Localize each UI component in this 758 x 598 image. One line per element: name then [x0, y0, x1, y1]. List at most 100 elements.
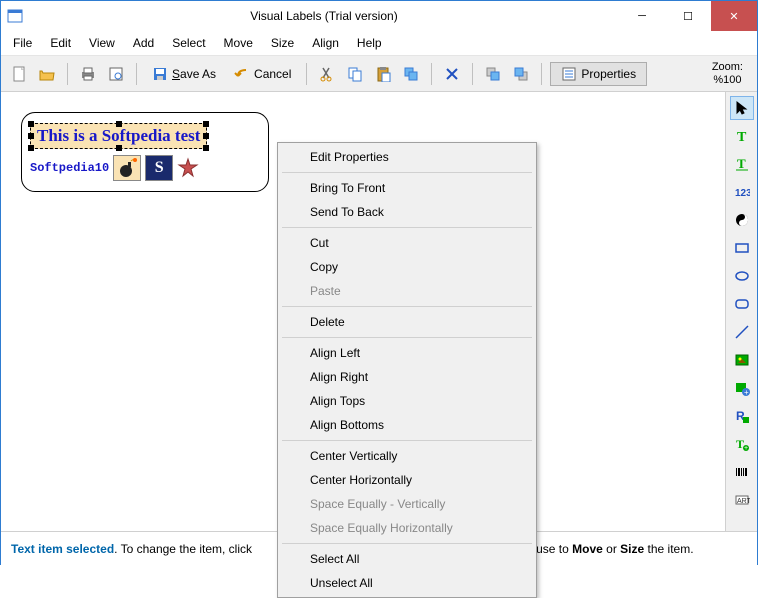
menu-align[interactable]: Align	[304, 33, 347, 53]
svg-text:+: +	[744, 388, 749, 396]
toolbar: Save As Cancel Properties Zoom: %100	[1, 56, 757, 92]
duplicate-button[interactable]	[399, 62, 423, 86]
menu-help[interactable]: Help	[349, 33, 390, 53]
tool-line[interactable]	[730, 320, 754, 344]
ctx-copy[interactable]: Copy	[280, 255, 534, 279]
save-icon	[152, 66, 168, 82]
tool-ellipse[interactable]	[730, 264, 754, 288]
s-stamp-clipart[interactable]: S	[145, 155, 173, 181]
separator	[282, 440, 532, 441]
svg-text:ART: ART	[737, 498, 750, 505]
svg-text:T: T	[736, 437, 744, 451]
ctx-edit-properties[interactable]: Edit Properties	[280, 145, 534, 169]
ctx-space-horizontally: Space Equally Horizontally	[280, 516, 534, 540]
ctx-align-tops[interactable]: Align Tops	[280, 389, 534, 413]
ctx-send-back[interactable]: Send To Back	[280, 200, 534, 224]
resize-handle[interactable]	[28, 145, 34, 151]
tool-rectangle[interactable]	[730, 236, 754, 260]
tool-image-r[interactable]: R	[730, 404, 754, 428]
ctx-align-bottoms[interactable]: Align Bottoms	[280, 413, 534, 437]
zoom-indicator: Zoom: %100	[712, 61, 751, 87]
star-clipart[interactable]	[177, 157, 199, 179]
resize-handle[interactable]	[116, 121, 122, 127]
bring-front-button[interactable]	[481, 62, 505, 86]
print-button[interactable]	[76, 62, 100, 86]
ctx-align-right[interactable]: Align Right	[280, 365, 534, 389]
cancel-button[interactable]: Cancel	[227, 62, 298, 86]
saveas-label: ave As	[180, 67, 216, 81]
delete-button[interactable]	[440, 62, 464, 86]
saveas-button[interactable]: Save As	[145, 62, 223, 86]
tool-yinyang[interactable]	[730, 208, 754, 232]
tool-barcode[interactable]	[730, 460, 754, 484]
menu-size[interactable]: Size	[263, 33, 302, 53]
close-button[interactable]: ✕	[711, 1, 757, 31]
separator	[431, 63, 432, 85]
tool-text[interactable]: T	[730, 124, 754, 148]
menubar: File Edit View Add Select Move Size Alig…	[1, 31, 757, 56]
zoom-value: %100	[712, 74, 743, 87]
send-back-button[interactable]	[509, 62, 533, 86]
label-row-2: Softpedia10 S	[30, 155, 260, 181]
new-button[interactable]	[7, 62, 31, 86]
zoom-label: Zoom:	[712, 61, 743, 74]
status-size: Size	[620, 542, 644, 556]
status-selected: Text item selected	[11, 542, 114, 556]
ctx-delete[interactable]: Delete	[280, 310, 534, 334]
ctx-align-left[interactable]: Align Left	[280, 341, 534, 365]
titlebar: Visual Labels (Trial version) ─ ☐ ✕	[1, 1, 757, 31]
softpedia-text-item[interactable]: Softpedia10	[30, 161, 109, 175]
label-design[interactable]: This is a Softpedia test Softpedia10 S	[21, 112, 269, 192]
window-title: Visual Labels (Trial version)	[29, 9, 619, 23]
menu-edit[interactable]: Edit	[42, 33, 79, 53]
menu-view[interactable]: View	[81, 33, 123, 53]
ctx-bring-front[interactable]: Bring To Front	[280, 176, 534, 200]
resize-handle[interactable]	[203, 121, 209, 127]
resize-handle[interactable]	[203, 133, 209, 139]
menu-select[interactable]: Select	[164, 33, 213, 53]
bomb-clipart[interactable]	[113, 155, 141, 181]
separator	[282, 172, 532, 173]
ctx-paste: Paste	[280, 279, 534, 303]
menu-move[interactable]: Move	[216, 33, 261, 53]
resize-handle[interactable]	[28, 133, 34, 139]
minimize-button[interactable]: ─	[619, 1, 665, 31]
paste-button[interactable]	[371, 62, 395, 86]
ctx-center-horizontally[interactable]: Center Horizontally	[280, 468, 534, 492]
cancel-label: Cancel	[254, 67, 291, 81]
print-preview-button[interactable]	[104, 62, 128, 86]
ctx-space-vertically: Space Equally - Vertically	[280, 492, 534, 516]
status-text: or	[603, 542, 620, 556]
menu-file[interactable]: File	[5, 33, 40, 53]
app-icon	[7, 8, 23, 24]
ctx-center-vertically[interactable]: Center Vertically	[280, 444, 534, 468]
side-toolbox: T T 123 + R T+ ART	[725, 92, 757, 531]
tool-rounded-rect[interactable]	[730, 292, 754, 316]
separator	[306, 63, 307, 85]
svg-text:+: +	[744, 445, 748, 452]
cut-button[interactable]	[315, 62, 339, 86]
resize-handle[interactable]	[203, 145, 209, 151]
separator	[282, 306, 532, 307]
tool-counter[interactable]: 123	[730, 180, 754, 204]
tool-text-underline[interactable]: T	[730, 152, 754, 176]
maximize-button[interactable]: ☐	[665, 1, 711, 31]
tool-image-add[interactable]: +	[730, 376, 754, 400]
ctx-unselect-all[interactable]: Unselect All	[280, 571, 534, 595]
menu-add[interactable]: Add	[125, 33, 162, 53]
tool-text-add[interactable]: T+	[730, 432, 754, 456]
tool-image[interactable]	[730, 348, 754, 372]
resize-handle[interactable]	[28, 121, 34, 127]
status-text: the item.	[644, 542, 693, 556]
separator	[136, 63, 137, 85]
copy-button[interactable]	[343, 62, 367, 86]
tool-pointer[interactable]	[730, 96, 754, 120]
properties-button[interactable]: Properties	[550, 62, 647, 86]
open-button[interactable]	[35, 62, 59, 86]
ctx-select-all[interactable]: Select All	[280, 547, 534, 571]
resize-handle[interactable]	[116, 145, 122, 151]
ctx-cut[interactable]: Cut	[280, 231, 534, 255]
tool-art-text[interactable]: ART	[730, 488, 754, 512]
selected-text-item[interactable]: This is a Softpedia test	[30, 123, 207, 149]
design-canvas[interactable]: This is a Softpedia test Softpedia10 S E…	[1, 92, 725, 531]
